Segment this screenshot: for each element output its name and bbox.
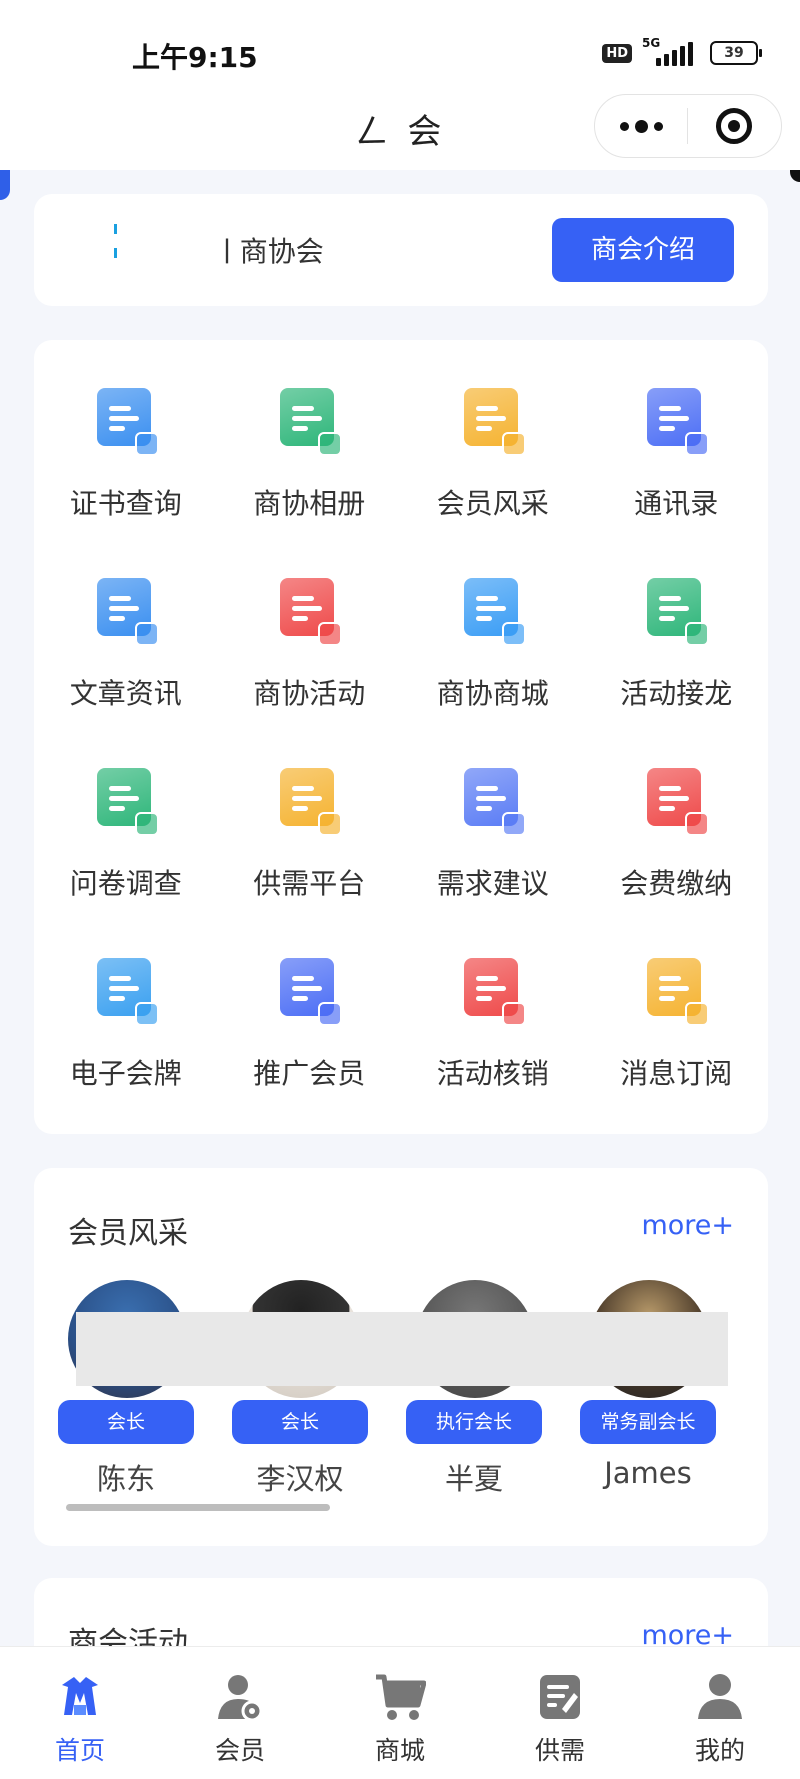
grid-item-5[interactable]: 文章资讯 bbox=[34, 576, 218, 766]
grid-item-15[interactable]: 活动核销 bbox=[401, 956, 585, 1146]
grid-item-12[interactable]: 会费缴纳 bbox=[585, 766, 769, 956]
certificate-search-icon bbox=[93, 386, 159, 456]
grid-item-1[interactable]: 证书查询 bbox=[34, 386, 218, 576]
bottom-tab-bar: 首页 会员 商城 供需 我的 bbox=[0, 1646, 800, 1779]
status-bar: 上午9:15 HD 5G 39 bbox=[0, 0, 800, 86]
member-role-badge: 执行会长 bbox=[406, 1400, 542, 1444]
tab-home[interactable]: 首页 bbox=[0, 1647, 160, 1779]
navigation-bar: ㄥ 会 bbox=[0, 86, 800, 170]
grid-item-10[interactable]: 供需平台 bbox=[218, 766, 402, 956]
member-name: 李汉权 bbox=[256, 1462, 344, 1496]
grid-item-9[interactable]: 问卷调查 bbox=[34, 766, 218, 956]
grid-item-label: 电子会牌 bbox=[69, 1057, 182, 1090]
redaction-overlay bbox=[76, 1312, 728, 1386]
grid-item-label: 证书查询 bbox=[69, 487, 182, 520]
tab-label: 首页 bbox=[54, 1736, 105, 1765]
hd-badge: HD bbox=[602, 43, 632, 63]
grid-item-8[interactable]: 活动接龙 bbox=[585, 576, 769, 766]
grid-item-label: 消息订阅 bbox=[620, 1057, 733, 1090]
miniprogram-capsule bbox=[594, 94, 782, 158]
grid-item-11[interactable]: 需求建议 bbox=[401, 766, 585, 956]
more-menu-button[interactable] bbox=[595, 95, 687, 157]
tab-profile[interactable]: 我的 bbox=[640, 1647, 800, 1779]
grid-item-label: 活动接龙 bbox=[620, 677, 733, 710]
grid-item-6[interactable]: 商协活动 bbox=[218, 576, 402, 766]
tab-label: 供需 bbox=[534, 1736, 585, 1765]
association-logo bbox=[114, 224, 122, 274]
grid-item-7[interactable]: 商协商城 bbox=[401, 576, 585, 766]
tab-mall[interactable]: 商城 bbox=[320, 1647, 480, 1779]
decor-corner-right bbox=[790, 170, 800, 182]
event-flag-icon bbox=[276, 576, 343, 646]
function-grid: 证书查询 商协相册 会员风采 通讯录文章资讯 商协活动 商协商城 活动接龙问卷调查 供需平台 需… bbox=[34, 386, 768, 1146]
grid-item-3[interactable]: 会员风采 bbox=[401, 386, 585, 576]
shopping-bag-icon bbox=[460, 576, 526, 646]
survey-checklist-icon bbox=[93, 766, 159, 836]
tab-label: 会员 bbox=[214, 1736, 265, 1765]
close-miniprogram-button[interactable] bbox=[688, 95, 780, 157]
grid-item-13[interactable]: 电子会牌 bbox=[34, 956, 218, 1146]
relay-flag-icon bbox=[643, 576, 710, 646]
battery-icon: 39 bbox=[710, 41, 762, 65]
association-header-card: ㅣ商协会 商会介绍 bbox=[34, 194, 768, 306]
tab-label: 商城 bbox=[374, 1736, 425, 1765]
fee-payment-icon bbox=[643, 766, 710, 836]
grid-item-4[interactable]: 通讯录 bbox=[585, 386, 769, 576]
grid-item-label: 商协相册 bbox=[253, 487, 366, 520]
members-group-icon bbox=[460, 386, 526, 456]
activity-verify-icon bbox=[460, 956, 526, 1026]
close-circle-icon bbox=[716, 108, 752, 144]
shopping-cart-icon bbox=[374, 1671, 427, 1723]
members-showcase-card: 会员风采 more+ 会长 陈东 会长 李汉权 执行会长 半夏 常务副会长 Ja… bbox=[34, 1168, 768, 1546]
grid-item-label: 需求建议 bbox=[436, 867, 549, 900]
grid-item-label: 会费缴纳 bbox=[620, 867, 733, 900]
photo-album-icon bbox=[276, 386, 343, 456]
association-name: ㅣ商协会 bbox=[214, 235, 324, 268]
grid-item-label: 通讯录 bbox=[634, 487, 719, 520]
contacts-book-icon bbox=[643, 386, 710, 456]
member-name: 半夏 bbox=[444, 1462, 503, 1496]
grid-item-label: 文章资讯 bbox=[69, 677, 182, 710]
members-more-link[interactable]: more+ bbox=[641, 1210, 734, 1241]
grid-item-label: 供需平台 bbox=[253, 867, 366, 900]
decor-corner-left bbox=[0, 170, 10, 200]
profile-person-icon bbox=[694, 1671, 746, 1723]
share-promote-icon bbox=[276, 956, 343, 1026]
function-grid-card: 证书查询 商协相册 会员风采 通讯录文章资讯 商协活动 商协商城 活动接龙问卷调查 供需平台 需… bbox=[34, 340, 768, 1134]
horizontal-scrollbar[interactable] bbox=[66, 1504, 330, 1511]
member-name: James bbox=[604, 1456, 692, 1490]
signal-icon: 5G bbox=[642, 36, 700, 66]
message-subscribe-icon bbox=[643, 956, 710, 1026]
tab-members[interactable]: 会员 bbox=[160, 1647, 320, 1779]
grid-item-label: 商协活动 bbox=[253, 677, 366, 710]
association-intro-button[interactable]: 商会介绍 bbox=[552, 218, 734, 282]
grid-item-16[interactable]: 消息订阅 bbox=[585, 956, 769, 1146]
member-user-icon bbox=[214, 1671, 266, 1723]
grid-item-label: 商协商城 bbox=[436, 677, 549, 710]
tab-supply[interactable]: 供需 bbox=[480, 1647, 640, 1779]
tab-label: 我的 bbox=[694, 1736, 745, 1765]
grid-item-label: 会员风采 bbox=[436, 487, 549, 520]
news-article-icon bbox=[93, 576, 159, 646]
grid-item-label: 推广会员 bbox=[253, 1057, 366, 1090]
grid-item-2[interactable]: 商协相册 bbox=[218, 386, 402, 576]
home-logo-icon bbox=[54, 1671, 106, 1723]
member-role-badge: 会长 bbox=[58, 1400, 194, 1444]
electronic-badge-icon bbox=[93, 956, 159, 1026]
member-role-badge: 会长 bbox=[232, 1400, 368, 1444]
grid-item-14[interactable]: 推广会员 bbox=[218, 956, 402, 1146]
status-time: 上午9:15 bbox=[132, 41, 258, 74]
supply-document-icon bbox=[534, 1671, 586, 1723]
member-role-badge: 常务副会长 bbox=[580, 1400, 716, 1444]
grid-item-label: 问卷调查 bbox=[69, 867, 182, 900]
members-section-title: 会员风采 bbox=[68, 1216, 188, 1251]
supply-demand-heart-icon bbox=[276, 766, 343, 836]
suggestion-envelope-icon bbox=[460, 766, 526, 836]
status-indicators: HD 5G 39 bbox=[602, 36, 762, 66]
member-name: 陈东 bbox=[96, 1462, 155, 1496]
grid-item-label: 活动核销 bbox=[436, 1057, 549, 1090]
